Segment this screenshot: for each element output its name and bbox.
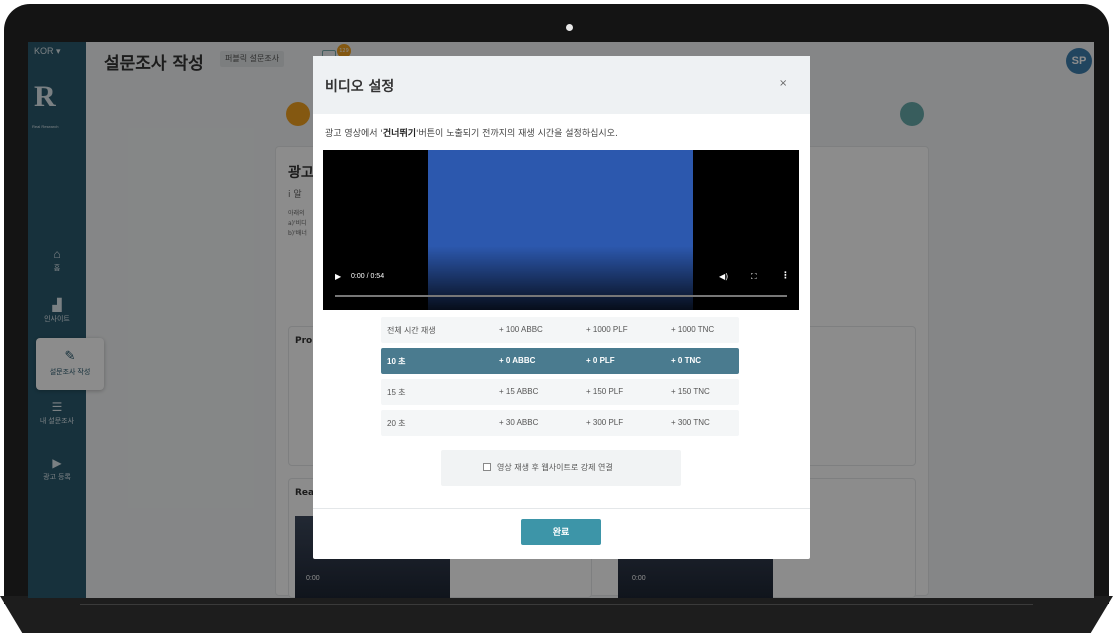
video-time: 0:00 / 0:54 [351, 273, 385, 280]
modal-title: 비디오 설정 [325, 79, 395, 95]
option-row-20s[interactable]: 20 초 + 30 ABBC + 300 PLF + 300 TNC [381, 410, 739, 436]
done-button[interactable]: 완료 [521, 519, 601, 545]
video-progress-bar[interactable] [335, 295, 787, 297]
option-label: 15 초 [387, 388, 406, 397]
option-plf: + 150 PLF [586, 387, 624, 396]
modal-description: 광고 영상에서 '건너뛰기'버튼이 노출되기 전까지의 재생 시간을 설정하십시… [325, 129, 618, 139]
camera-dot [566, 24, 573, 31]
modal-header: 비디오 설정 × [313, 56, 810, 114]
option-abbc: + 30 ABBC [499, 418, 539, 427]
option-row-full[interactable]: 전체 시간 재생 + 100 ABBC + 1000 PLF + 1000 TN… [381, 317, 739, 343]
option-abbc: + 15 ABBC [499, 387, 539, 396]
option-plf: + 300 PLF [586, 418, 624, 427]
option-abbc: + 0 ABBC [499, 356, 536, 365]
more-options-icon[interactable]: ⋮ [781, 271, 790, 281]
option-tnc: + 1000 TNC [671, 325, 715, 334]
fullscreen-icon[interactable]: ⛶ [751, 272, 757, 282]
option-row-15s[interactable]: 15 초 + 15 ABBC + 150 PLF + 150 TNC [381, 379, 739, 405]
close-icon[interactable]: × [779, 78, 787, 89]
option-tnc: + 150 TNC [671, 387, 710, 396]
video-player[interactable]: ▶ 0:00 / 0:54 ◀) ⛶ ⋮ [323, 150, 799, 310]
redirect-option[interactable]: 영상 재생 후 웹사이트로 강제 연결 [441, 450, 681, 486]
option-plf: + 0 PLF [586, 356, 615, 365]
laptop-base [0, 596, 1113, 633]
laptop-frame: KOR ▾ R Real Research ⌂ 홈 ▟ 인사이트 ☰ 내 설문조… [0, 0, 1113, 633]
redirect-checkbox[interactable] [483, 463, 491, 471]
option-label: 20 초 [387, 419, 406, 428]
volume-icon[interactable]: ◀) [719, 272, 728, 281]
play-icon[interactable]: ▶ [335, 272, 341, 281]
modal-divider [313, 508, 810, 509]
option-row-10s[interactable]: 10 초 + 0 ABBC + 0 PLF + 0 TNC [381, 348, 739, 374]
option-tnc: + 300 TNC [671, 418, 710, 427]
video-settings-modal: 비디오 설정 × 광고 영상에서 '건너뛰기'버튼이 노출되기 전까지의 재생 … [313, 56, 810, 559]
option-label: 전체 시간 재생 [387, 326, 436, 335]
option-abbc: + 100 ABBC [499, 325, 543, 334]
option-tnc: + 0 TNC [671, 356, 702, 365]
option-plf: + 1000 PLF [586, 325, 628, 334]
app-screen: KOR ▾ R Real Research ⌂ 홈 ▟ 인사이트 ☰ 내 설문조… [28, 42, 1094, 598]
option-label: 10 초 [387, 357, 406, 366]
redirect-checkbox-label[interactable]: 영상 재생 후 웹사이트로 강제 연결 [497, 462, 613, 473]
